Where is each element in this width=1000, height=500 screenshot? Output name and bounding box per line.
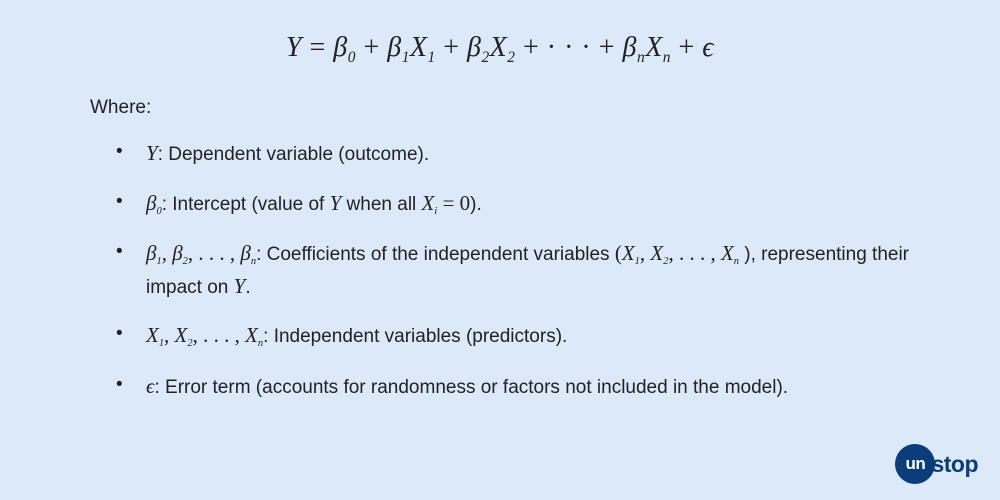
- list-item: β0: Intercept (value of Y when all Xi = …: [138, 187, 910, 220]
- definition-list: Y: Dependent variable (outcome). β0: Int…: [90, 137, 910, 402]
- list-item: X1, X2, . . . , Xn: Independent variable…: [138, 319, 910, 352]
- term-y: Y: [146, 144, 158, 165]
- regression-equation: Y = β0 + β1X1 + β2X2 + · · · + βnXn + ϵ: [90, 32, 910, 67]
- term-xs: X1, X2, . . . , Xn: [146, 326, 263, 347]
- term-beta0: β0: [146, 194, 162, 215]
- term-betas: β1, β2, . . . , βn: [146, 244, 256, 265]
- desc-y: : Dependent variable (outcome).: [158, 144, 429, 165]
- logo-text: stop: [931, 451, 978, 478]
- list-item: β1, β2, . . . , βn: Coefficients of the …: [138, 237, 910, 303]
- list-item: Y: Dependent variable (outcome).: [138, 137, 910, 170]
- unstop-logo: un stop: [895, 444, 978, 484]
- logo-circle-icon: un: [895, 444, 935, 484]
- document-body: Y = β0 + β1X1 + β2X2 + · · · + βnXn + ϵ …: [0, 0, 1000, 402]
- desc-xs: : Independent variables (predictors).: [263, 326, 567, 347]
- list-item: ϵ: Error term (accounts for randomness o…: [138, 370, 910, 403]
- where-label: Where:: [90, 97, 910, 119]
- desc-epsilon: : Error term (accounts for randomness or…: [154, 377, 788, 398]
